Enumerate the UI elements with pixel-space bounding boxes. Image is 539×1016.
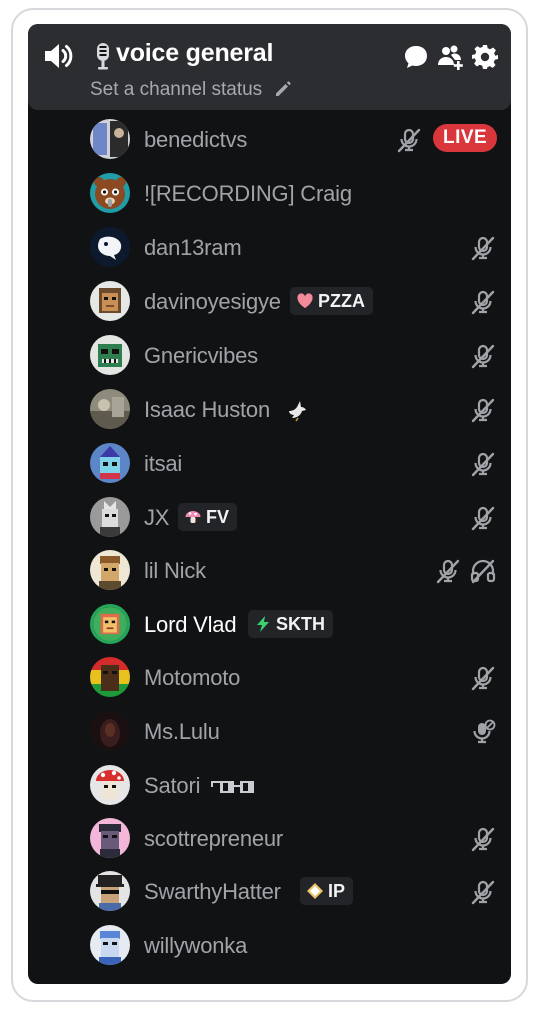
lightning-icon — [257, 616, 269, 632]
member-name: scottrepreneur — [144, 826, 284, 851]
avatar — [90, 818, 130, 858]
member-name: willywonka — [144, 933, 248, 958]
muted-mic-icon — [397, 128, 421, 153]
member-name: Motomoto — [144, 665, 241, 690]
avatar — [90, 711, 130, 751]
muted-mic-icon — [471, 398, 495, 423]
member-name: Lord Vlad — [144, 612, 237, 637]
channel-header: voice general Set a channel status — [28, 24, 511, 110]
member-name: Satori — [144, 773, 201, 798]
avatar — [90, 281, 130, 321]
gear-icon[interactable] — [471, 43, 499, 71]
invite-people-icon[interactable] — [437, 43, 465, 71]
voice-member-row[interactable]: SwarthyHatter IP — [88, 870, 500, 916]
voice-member-row[interactable]: Lord Vlad SKTH — [88, 603, 500, 649]
voice-member-row[interactable]: davinoyesigye PZZA — [88, 280, 500, 326]
voice-channel-panel: voice general Set a channel status bened… — [28, 24, 511, 984]
server-tag-label: IP — [328, 881, 346, 901]
voice-member-row[interactable]: Satori — [88, 764, 500, 810]
voice-member-row[interactable]: JX FV — [88, 496, 500, 542]
server-tag: IP — [300, 877, 354, 905]
chat-bubble-icon[interactable] — [402, 43, 430, 71]
member-name: Ms.Lulu — [144, 719, 220, 744]
avatar — [90, 871, 130, 911]
muted-mic-icon — [471, 666, 495, 691]
voice-member-row[interactable]: dan13ram — [88, 226, 500, 272]
channel-name: voice general — [116, 39, 274, 67]
member-name: ![RECORDING] Craig — [144, 181, 352, 206]
muted-mic-icon — [471, 344, 495, 369]
member-name: davinoyesigye — [144, 289, 281, 314]
avatar — [90, 765, 130, 805]
heart-icon — [297, 293, 313, 308]
server-tag: SKTH — [248, 610, 333, 638]
avatar — [90, 389, 130, 429]
dove-icon — [289, 401, 306, 422]
voice-member-row[interactable]: Gnericvibes — [88, 334, 500, 380]
server-tag-label: PZZA — [318, 291, 365, 311]
channel-status-button[interactable]: Set a channel status — [90, 79, 262, 101]
member-name: JX — [144, 505, 170, 530]
member-name: itsai — [144, 451, 183, 476]
avatar — [90, 550, 130, 590]
voice-member-row[interactable]: itsai — [88, 442, 500, 488]
member-name: Isaac Huston — [144, 397, 271, 422]
microphone-icon — [97, 43, 109, 70]
server-muted-icon — [473, 719, 496, 744]
voice-member-row[interactable]: Motomoto — [88, 656, 500, 702]
avatar — [90, 497, 130, 537]
muted-mic-icon — [471, 290, 495, 315]
live-badge: LIVE — [433, 124, 498, 152]
pixel-glasses-icon — [211, 781, 254, 793]
muted-mic-icon — [471, 506, 495, 531]
muted-mic-icon — [436, 559, 460, 584]
voice-member-row[interactable]: benedictvs LIVE — [88, 118, 500, 164]
avatar — [90, 227, 130, 267]
voice-member-row[interactable]: lil Nick — [88, 549, 500, 595]
avatar — [90, 443, 130, 483]
server-tag-label: SKTH — [276, 614, 325, 634]
voice-member-row[interactable]: Isaac Huston — [88, 388, 500, 434]
avatar — [90, 173, 130, 213]
muted-mic-icon — [471, 880, 495, 905]
avatar — [90, 925, 130, 965]
voice-member-row[interactable]: willywonka — [88, 924, 500, 970]
deafened-headphones-icon — [470, 559, 496, 584]
server-tag-label: FV — [206, 507, 230, 527]
server-tag: FV — [178, 503, 238, 531]
voice-member-row[interactable]: scottrepreneur — [88, 817, 500, 863]
server-tag: PZZA — [290, 287, 373, 315]
member-name: lil Nick — [144, 558, 206, 583]
muted-mic-icon — [471, 452, 495, 477]
speaker-icon[interactable] — [42, 41, 74, 71]
muted-mic-icon — [471, 827, 495, 852]
mushroom-icon — [185, 511, 201, 523]
avatar — [90, 657, 130, 697]
voice-member-row[interactable]: Ms.Lulu — [88, 710, 500, 756]
pencil-icon[interactable] — [274, 80, 292, 98]
member-name: benedictvs — [144, 127, 248, 152]
avatar — [90, 335, 130, 375]
member-name: Gnericvibes — [144, 343, 258, 368]
avatar — [90, 604, 130, 644]
member-name: dan13ram — [144, 235, 242, 260]
diamond-icon — [307, 883, 323, 899]
voice-member-row[interactable]: ![RECORDING] Craig — [88, 172, 500, 218]
muted-mic-icon — [471, 236, 495, 261]
avatar — [90, 119, 130, 159]
member-name: SwarthyHatter — [144, 879, 281, 904]
